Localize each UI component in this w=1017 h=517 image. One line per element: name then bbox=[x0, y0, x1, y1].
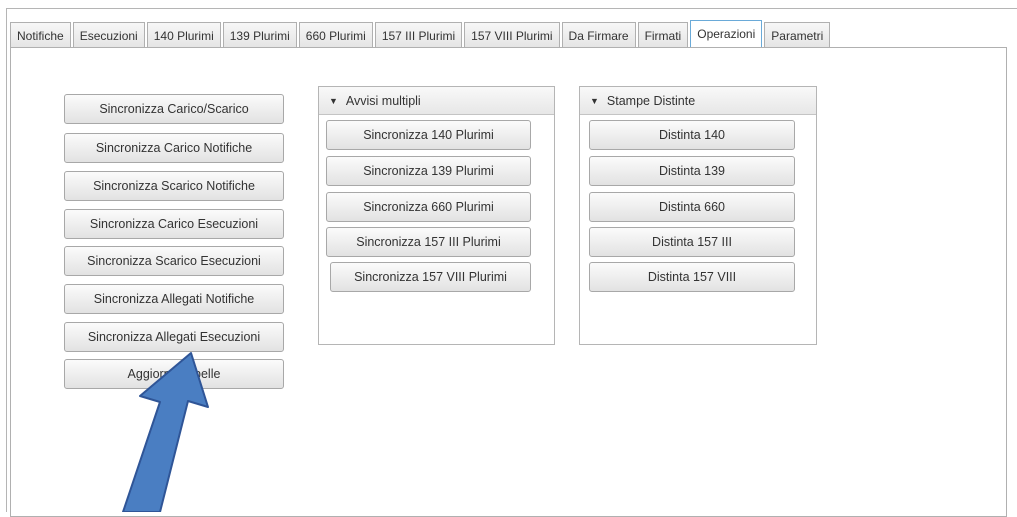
blue-arrow-icon bbox=[122, 352, 209, 512]
